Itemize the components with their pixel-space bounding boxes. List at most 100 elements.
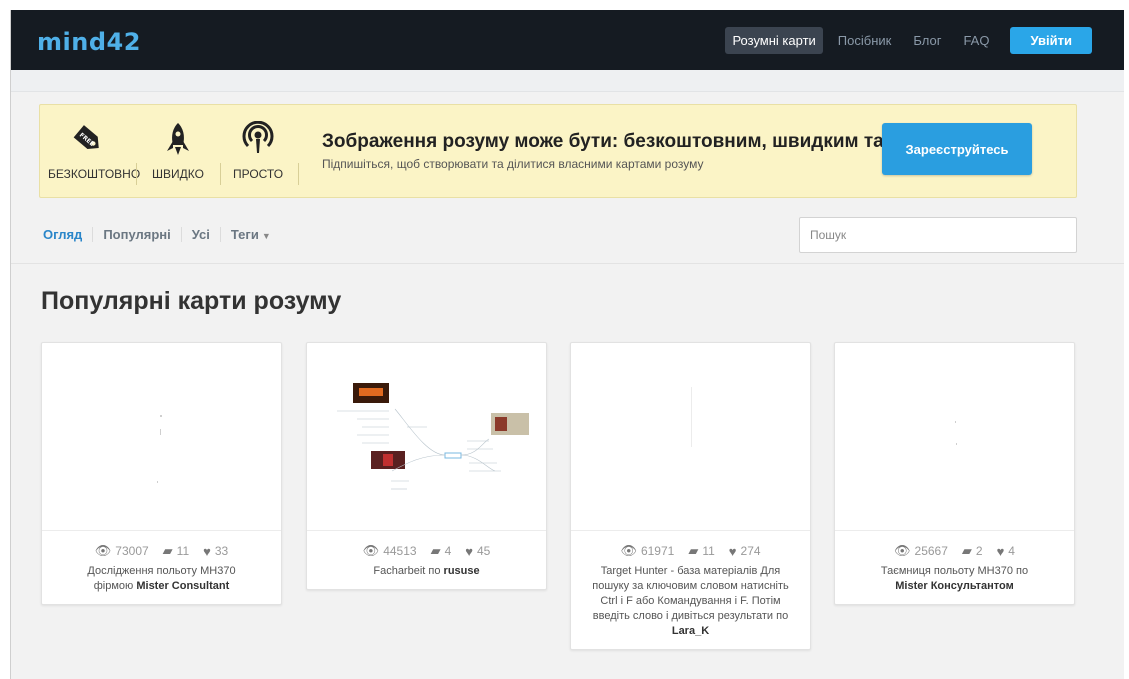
thumbnail-image bbox=[359, 388, 383, 396]
feature-fast: ШВИДКО bbox=[142, 121, 214, 181]
nav-mind-maps[interactable]: Розумні карти bbox=[725, 27, 823, 54]
mindmap-card[interactable]: 👁 25667 ▰ 2 ♥ 4 Таємниця польоту МН370 по M… bbox=[834, 342, 1075, 605]
comment-count: 4 bbox=[444, 544, 452, 558]
comment-count: 11 bbox=[702, 544, 715, 558]
view-count: 73007 bbox=[115, 544, 149, 558]
card-description: Таємниця польоту МН370 по Mister Консуль… bbox=[835, 559, 1074, 604]
browser-viewport: mind42 Розумні карти Посібник Блог FAQ У… bbox=[10, 10, 1124, 679]
search-input[interactable] bbox=[799, 217, 1077, 253]
tab-popular[interactable]: Популярні bbox=[92, 227, 180, 242]
card-author[interactable]: Mister Консультантом bbox=[895, 580, 1014, 592]
card-title[interactable]: Facharbeit bbox=[373, 565, 425, 577]
comment-icon: ▰ bbox=[430, 543, 441, 558]
heart-icon: ♥ bbox=[728, 543, 737, 559]
like-count: 274 bbox=[740, 544, 761, 558]
card-title[interactable]: Таємниця польоту МН370 bbox=[881, 565, 1013, 577]
central-node bbox=[444, 452, 462, 459]
mindmap-card[interactable]: 👁 61971 ▰ 11 ♥ 274 Target Hunter - база мат… bbox=[570, 342, 811, 650]
comment-icon: ▰ bbox=[162, 543, 173, 558]
card-stats: 👁 61971 ▰ 11 ♥ 274 bbox=[571, 543, 810, 559]
eye-icon: 👁 bbox=[894, 543, 911, 558]
card-stats: 👁 25667 ▰ 2 ♥ 4 bbox=[835, 543, 1074, 559]
tab-tags[interactable]: Теги ▼ bbox=[219, 227, 281, 242]
card-description: Дослідження польоту МН370 фірмою Mister … bbox=[42, 559, 281, 604]
by-label: по bbox=[428, 565, 441, 577]
thumbnail-node bbox=[691, 387, 692, 447]
nav-faq[interactable]: FAQ bbox=[956, 27, 996, 54]
comment-icon: ▰ bbox=[961, 543, 972, 558]
signup-button[interactable]: Зареєструйтесь bbox=[882, 123, 1032, 175]
tab-all[interactable]: Усі bbox=[180, 227, 220, 242]
thumbnail-node bbox=[160, 415, 162, 417]
heart-icon: ♥ bbox=[203, 543, 211, 559]
browse-tabs: Огляд Популярні Усі Теги ▼ bbox=[43, 227, 281, 242]
mindmap-branches bbox=[337, 408, 501, 490]
mindmap-thumbnail[interactable] bbox=[571, 343, 810, 531]
card-stats: 👁 73007 ▰ 11 ♥ 33 bbox=[42, 543, 281, 559]
heart-icon: ♥ bbox=[996, 543, 1005, 559]
eye-icon: 👁 bbox=[620, 543, 637, 558]
mindmap-card[interactable]: 👁 73007 ▰ 11 ♥ 33 Дослідження польоту МН370… bbox=[41, 342, 282, 605]
promo-banner: FREE БЕЗКОШТОВНО ШВИДКО ПРОСТО Зображенн… bbox=[39, 104, 1077, 198]
thumbnail-image bbox=[383, 454, 393, 466]
mindmap-card[interactable]: 👁 44513 ▰ 4 ♥ 45 Facharbeit по rususe bbox=[306, 342, 547, 590]
sub-header-strip bbox=[11, 70, 1124, 92]
feature-simple-label: ПРОСТО bbox=[232, 167, 284, 181]
card-author[interactable]: Lara_K bbox=[672, 625, 709, 637]
like-count: 45 bbox=[476, 544, 491, 558]
page-title: Популярні карти розуму bbox=[41, 287, 342, 315]
mindmap-preview bbox=[337, 383, 529, 490]
feature-divider bbox=[220, 163, 221, 185]
eye-icon: 👁 bbox=[94, 543, 112, 558]
feature-simple: ПРОСТО bbox=[224, 121, 292, 181]
card-author[interactable]: Mister Consultant bbox=[136, 580, 229, 592]
card-stats: 👁 44513 ▰ 4 ♥ 45 bbox=[307, 543, 546, 559]
card-description: Facharbeit по rususe bbox=[307, 559, 546, 589]
login-button[interactable]: Увійти bbox=[1010, 27, 1092, 54]
feature-free: FREE БЕЗКОШТОВНО bbox=[48, 121, 141, 181]
chevron-down-icon: ▼ bbox=[261, 231, 271, 241]
mind42-logo[interactable]: mind42 bbox=[37, 28, 141, 56]
like-count: 4 bbox=[1008, 544, 1015, 558]
tab-tags-label: Теги bbox=[230, 227, 259, 242]
heart-icon: ♥ bbox=[465, 543, 473, 559]
comment-icon: ▰ bbox=[688, 543, 699, 558]
top-navbar: mind42 Розумні карти Посібник Блог FAQ У… bbox=[11, 10, 1124, 70]
card-title[interactable]: Target Hunter - база матеріалів Для пошу… bbox=[592, 565, 788, 622]
thumbnail-image bbox=[495, 417, 507, 431]
section-divider bbox=[11, 263, 1124, 264]
card-author[interactable]: rususe bbox=[444, 565, 480, 577]
eye-icon: 👁 bbox=[362, 543, 380, 558]
feature-divider bbox=[136, 163, 137, 185]
like-count: 33 bbox=[214, 544, 229, 558]
mindmap-thumbnail[interactable] bbox=[835, 343, 1074, 531]
by-label: фірмою bbox=[93, 580, 134, 592]
mindmap-thumbnail[interactable] bbox=[42, 343, 281, 531]
broadcast-icon bbox=[242, 121, 274, 153]
thumbnail-node bbox=[157, 481, 158, 483]
view-count: 61971 bbox=[640, 544, 675, 558]
feature-free-label: БЕЗКОШТОВНО bbox=[48, 167, 141, 181]
card-title[interactable]: Дослідження польоту МН370 bbox=[87, 565, 235, 577]
nav-blog[interactable]: Блог bbox=[906, 27, 948, 54]
view-count: 44513 bbox=[383, 544, 417, 558]
nav-guide[interactable]: Посібник bbox=[831, 27, 899, 54]
thumbnail-node bbox=[955, 421, 956, 423]
tab-overview[interactable]: Огляд bbox=[43, 227, 92, 242]
mindmap-thumbnail[interactable] bbox=[307, 343, 546, 531]
thumbnail-node bbox=[956, 443, 957, 445]
feature-divider bbox=[298, 163, 299, 185]
promo-title: Зображення розуму може бути: безкоштовни… bbox=[322, 131, 882, 152]
price-tag-icon: FREE bbox=[73, 125, 99, 149]
feature-fast-label: ШВИДКО bbox=[152, 167, 204, 181]
promo-subtitle: Підпишіться, щоб створювати та ділитися … bbox=[322, 157, 704, 171]
card-description: Target Hunter - база матеріалів Для пошу… bbox=[571, 559, 810, 649]
by-label: по bbox=[1016, 565, 1029, 577]
view-count: 25667 bbox=[914, 544, 948, 558]
rocket-icon bbox=[167, 123, 189, 155]
thumbnail-node bbox=[160, 429, 161, 435]
comment-count: 2 bbox=[975, 544, 983, 558]
main-nav: Розумні карти Посібник Блог FAQ Увійти bbox=[717, 27, 1092, 54]
comment-count: 11 bbox=[176, 544, 190, 558]
by-label: по bbox=[776, 610, 789, 622]
